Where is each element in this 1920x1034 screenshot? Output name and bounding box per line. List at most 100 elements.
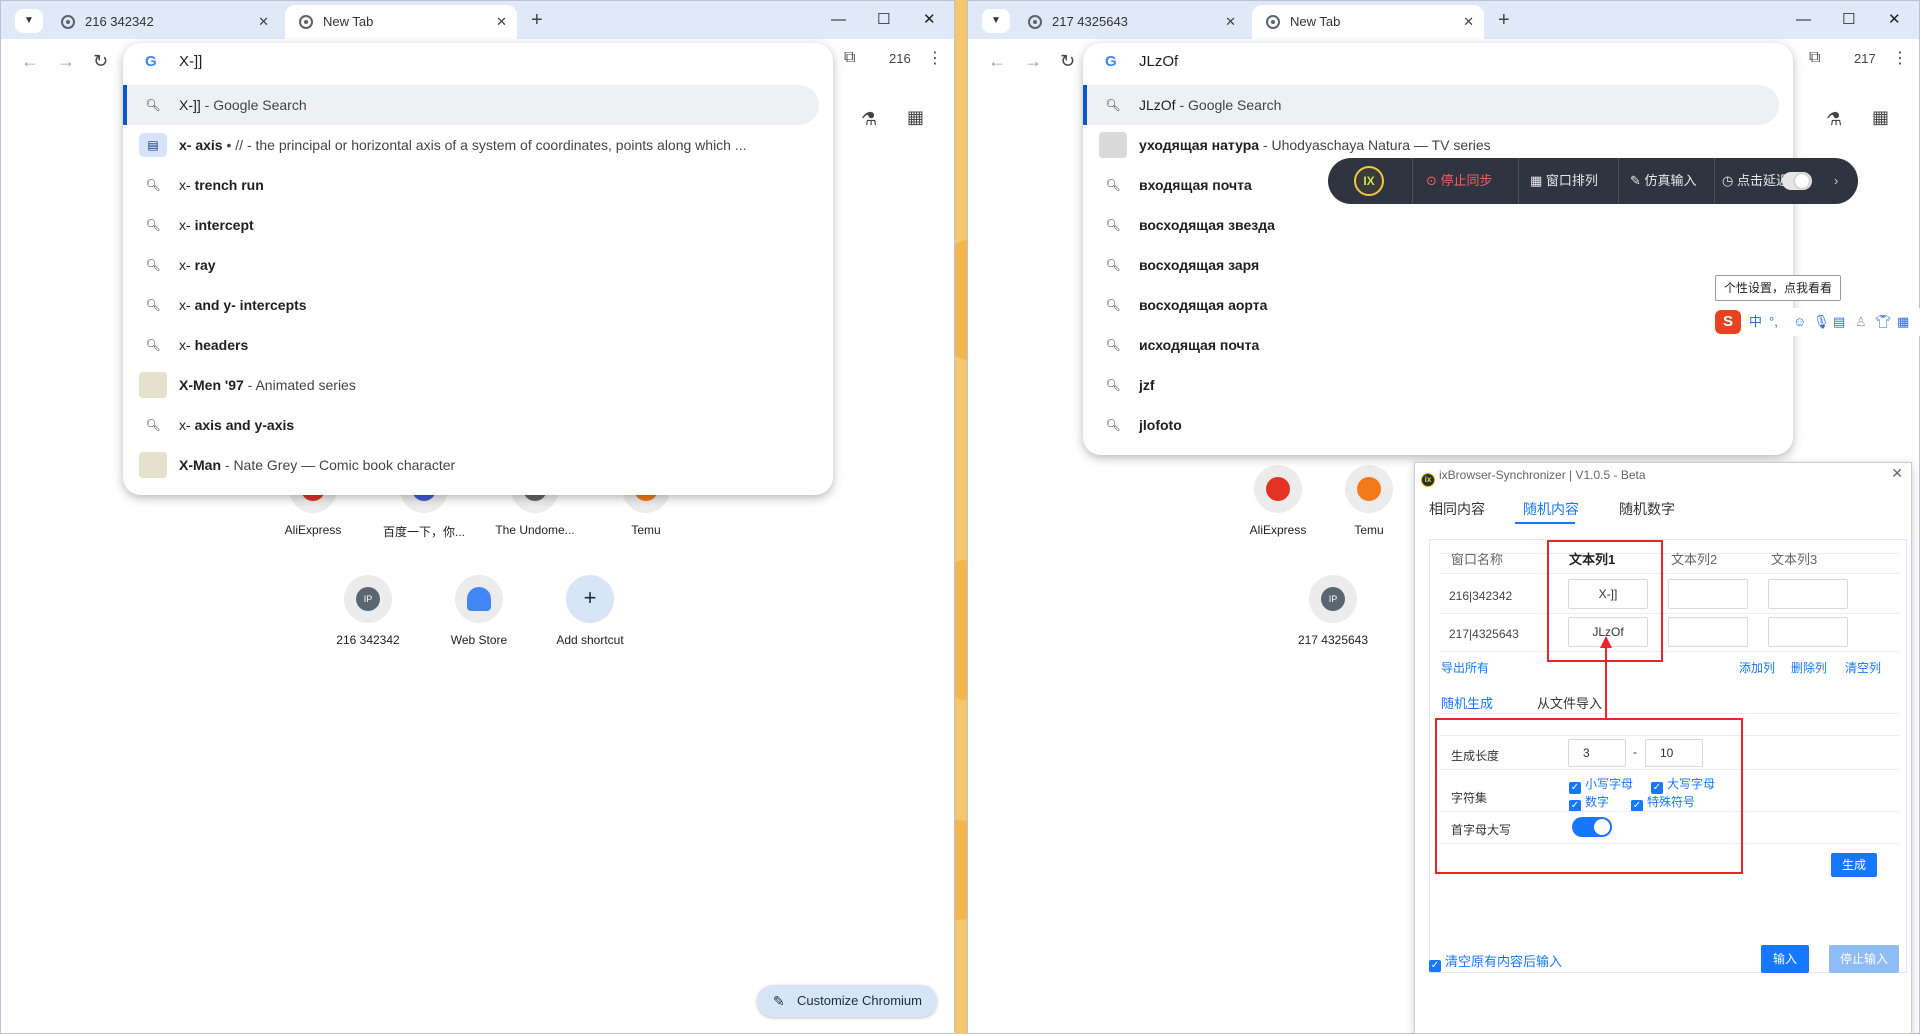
add-column-link[interactable]: 添加列 — [1739, 659, 1775, 676]
tab-random-content[interactable]: 随机内容 — [1523, 499, 1579, 519]
suggestion-item[interactable]: 🔍︎ JLzOf - Google Search — [1083, 85, 1779, 125]
profile-badge[interactable]: 217 — [1854, 51, 1876, 66]
maximize-button[interactable]: ☐ — [1842, 10, 1855, 30]
tab-search-button[interactable]: ▼ — [15, 9, 43, 33]
delete-column-link[interactable]: 删除列 — [1791, 659, 1827, 676]
shortcut-profile[interactable]: IP 217 4325643 — [1283, 575, 1383, 647]
keyboard-icon[interactable]: ▤ — [1833, 308, 1845, 336]
input-button[interactable]: 输入 — [1761, 945, 1809, 973]
profile-badge[interactable]: 216 — [889, 51, 911, 66]
suggestion-item[interactable]: 🔍︎ x- headers — [123, 325, 833, 365]
close-icon[interactable]: ✕ — [1891, 465, 1903, 482]
new-tab-button[interactable]: + — [1498, 9, 1510, 31]
user-icon[interactable]: ♙ — [1855, 308, 1867, 336]
chromium-favicon-icon — [61, 15, 75, 29]
tab-random-generate[interactable]: 随机生成 — [1441, 693, 1493, 712]
suggestion-item[interactable]: ▤ x- axis • // - the principal or horizo… — [123, 125, 833, 165]
new-tab-button[interactable]: + — [531, 9, 543, 31]
menu-icon[interactable]: ⋮ — [927, 48, 943, 68]
shortcut-temu[interactable]: Temu — [1339, 465, 1399, 537]
clear-before-input-checkbox[interactable]: ✓ 清空原有内容后输入 — [1429, 951, 1562, 972]
skin-icon[interactable]: 👕︎ — [1875, 308, 1892, 336]
shortcut-profile[interactable]: IP 216 342342 — [318, 575, 418, 647]
apps-grid-icon[interactable]: ▦ — [1872, 107, 1889, 128]
customize-chromium-button[interactable]: ✎ Customize Chromium — [757, 985, 937, 1017]
forward-button[interactable]: → — [1024, 49, 1042, 73]
suggestion-item[interactable]: 🔍︎ x- and y- intercepts — [123, 285, 833, 325]
search-icon: 🔍︎ — [145, 218, 161, 232]
reload-button[interactable]: ↻ — [1060, 49, 1075, 73]
emoji-icon[interactable]: ☺ — [1793, 308, 1806, 336]
suggestion-item[interactable]: X-Men '97 - Animated series — [123, 365, 833, 405]
reload-button[interactable]: ↻ — [93, 49, 108, 73]
shortcut-aliexpress[interactable]: AliExpress — [1228, 465, 1328, 537]
suggestion-item[interactable]: 🔍︎ восходящая заря — [1083, 245, 1793, 285]
close-tab-icon[interactable]: ✕ — [496, 5, 507, 39]
tab-strip: ▼ 216 342342 ✕ New Tab ✕ + — ☐ ✕ — [1, 1, 954, 39]
tab-random-number[interactable]: 随机数字 — [1619, 499, 1675, 519]
entity-thumbnail — [139, 372, 167, 398]
suggestion-item[interactable]: 🔍︎ x- intercept — [123, 205, 833, 245]
labs-icon[interactable]: ⚗ — [1826, 109, 1842, 130]
tab-same-content[interactable]: 相同内容 — [1429, 499, 1485, 519]
close-tab-icon[interactable]: ✕ — [1463, 5, 1474, 39]
text-col3-input[interactable] — [1768, 579, 1848, 609]
clear-column-link[interactable]: 清空列 — [1845, 659, 1881, 676]
apps-grid-icon[interactable]: ▦ — [907, 107, 924, 128]
export-all-link[interactable]: 导出所有 — [1441, 659, 1489, 676]
suggestion-item[interactable]: 🔍︎ восходящая аорта — [1083, 285, 1793, 325]
minimize-button[interactable]: — — [1796, 10, 1811, 30]
sogou-logo-icon[interactable]: S — [1715, 310, 1741, 334]
suggestion-item[interactable]: 🔍︎ x- ray — [123, 245, 833, 285]
text-col2-input[interactable] — [1668, 617, 1748, 647]
close-window-button[interactable]: ✕ — [923, 10, 936, 30]
stop-sync-button[interactable]: ⊙ 停止同步 — [1426, 158, 1493, 204]
minimize-button[interactable]: — — [831, 10, 846, 30]
search-icon: 🔍︎ — [145, 98, 161, 112]
suggestion-item[interactable]: 🔍︎ x- axis and y-axis — [123, 405, 833, 445]
close-tab-icon[interactable]: ✕ — [258, 5, 269, 39]
suggestion-item[interactable]: 🔍︎ jzf — [1083, 365, 1793, 405]
tab-profile[interactable]: 217 4325643 ✕ — [1014, 5, 1246, 39]
menu-icon[interactable]: ⋮ — [1892, 48, 1908, 68]
maximize-button[interactable]: ☐ — [877, 10, 890, 30]
suggestion-item[interactable]: 🔍︎ x- trench run — [123, 165, 833, 205]
google-icon: G — [1105, 53, 1117, 70]
mic-icon[interactable]: 🎙︎ — [1813, 308, 1830, 336]
tab-search-button[interactable]: ▼ — [982, 9, 1010, 33]
omnibox-input[interactable]: G JLzOf — [1083, 43, 1793, 85]
suggestion-item[interactable]: 🔍︎ jlofoto — [1083, 405, 1793, 445]
close-window-button[interactable]: ✕ — [1888, 10, 1901, 30]
back-button[interactable]: ← — [21, 49, 39, 73]
text-col3-input[interactable] — [1768, 617, 1848, 647]
window-arrange-button[interactable]: ▦ 窗口排列 — [1530, 158, 1598, 204]
suggestion-item[interactable]: 🔍︎ X-]] - Google Search — [123, 85, 819, 125]
extensions-icon[interactable]: ⧉ — [844, 49, 855, 67]
simulate-input-button[interactable]: ✎ 仿真输入 — [1630, 158, 1697, 204]
ime-mode[interactable]: 中 — [1749, 308, 1762, 336]
shortcut-web-store[interactable]: Web Store — [429, 575, 529, 647]
ix-logo-icon[interactable]: IX — [1354, 166, 1384, 196]
forward-button[interactable]: → — [57, 49, 75, 73]
suggestion-item[interactable]: 🔍︎ восходящая звезда — [1083, 205, 1793, 245]
suggestion-item[interactable]: X-Man - Nate Grey — Comic book character — [123, 445, 833, 485]
generate-button[interactable]: 生成 — [1831, 853, 1877, 877]
tab-new-tab[interactable]: New Tab ✕ — [285, 5, 517, 39]
stop-input-button[interactable]: 停止输入 — [1829, 945, 1899, 973]
chromium-favicon-icon — [1266, 15, 1280, 29]
chevron-right-icon[interactable]: › — [1834, 158, 1838, 204]
tab-profile[interactable]: 216 342342 ✕ — [47, 5, 279, 39]
add-shortcut-button[interactable]: + Add shortcut — [540, 575, 640, 647]
text-col2-input[interactable] — [1668, 579, 1748, 609]
suggestion-item[interactable]: 🔍︎ исходящая почта — [1083, 325, 1793, 365]
punctuation-icon[interactable]: °, — [1769, 308, 1778, 336]
omnibox-input[interactable]: G X-]] — [123, 43, 833, 85]
grid-icon[interactable]: ▦ — [1897, 308, 1909, 336]
search-icon: 🔍︎ — [1105, 178, 1121, 192]
extensions-icon[interactable]: ⧉ — [1809, 49, 1820, 67]
click-delay-toggle[interactable] — [1782, 172, 1812, 190]
back-button[interactable]: ← — [988, 49, 1006, 73]
labs-icon[interactable]: ⚗ — [861, 109, 877, 130]
tab-new-tab[interactable]: New Tab ✕ — [1252, 5, 1484, 39]
close-tab-icon[interactable]: ✕ — [1225, 5, 1236, 39]
